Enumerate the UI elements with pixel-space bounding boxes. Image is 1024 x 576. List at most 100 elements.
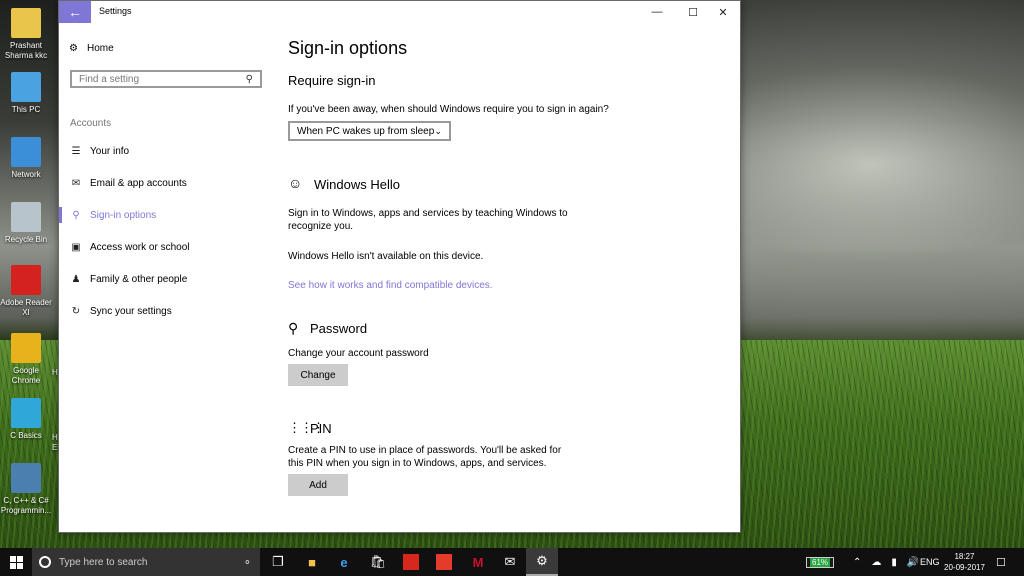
shield-icon: M bbox=[472, 554, 484, 570]
desktop-icon-label: Adobe Reader XI bbox=[0, 298, 52, 317]
require-signin-dropdown[interactable]: When PC wakes up from sleep ⌄ bbox=[288, 121, 451, 141]
clock[interactable]: 18:27 20-09-2017 bbox=[944, 548, 985, 576]
desktop-icon[interactable]: C, C++ & C# Programmin... bbox=[0, 463, 52, 516]
add-pin-button[interactable]: Add bbox=[288, 474, 348, 496]
gear-icon: ⚙ bbox=[69, 43, 78, 54]
edge-icon: e bbox=[340, 554, 348, 570]
nav-section-header: Accounts bbox=[70, 118, 112, 129]
mail-app-button[interactable]: ✉ bbox=[494, 548, 526, 576]
windows-hello-description: Sign in to Windows, apps and services by… bbox=[288, 208, 568, 232]
windows-logo-icon bbox=[9, 555, 23, 569]
nav-home[interactable]: ⚙ Home bbox=[69, 43, 114, 54]
nav-item-sign-in-options[interactable]: ⚲ Sign-in options bbox=[59, 205, 274, 225]
chevron-down-icon: ⌄ bbox=[434, 125, 442, 136]
store-button[interactable]: 🛍 bbox=[362, 548, 394, 576]
battery-plug-icon[interactable]: ▮ bbox=[891, 557, 897, 568]
store-icon: 🛍 bbox=[369, 554, 387, 569]
title-bar: ← Settings — ☐ ✕ bbox=[59, 1, 740, 23]
close-button[interactable]: ✕ bbox=[708, 1, 738, 23]
nav-item-label: Your info bbox=[90, 145, 130, 157]
dropdown-value: When PC wakes up from sleep bbox=[297, 125, 435, 137]
cortana-icon bbox=[39, 556, 51, 568]
find-setting-input[interactable]: Find a setting ⚲ bbox=[70, 70, 262, 88]
require-signin-heading: Require sign-in bbox=[288, 73, 376, 88]
desktop-icon[interactable]: Prashant Sharma kkc bbox=[0, 8, 52, 61]
arrow-left-icon: ← bbox=[68, 4, 82, 20]
nav-item-work-school[interactable]: ▣ Access work or school bbox=[59, 237, 274, 257]
nav-item-label: Access work or school bbox=[90, 241, 190, 253]
notification-icon: ☐ bbox=[996, 556, 1006, 569]
nav-item-email-accounts[interactable]: ✉ Email & app accounts bbox=[59, 173, 274, 193]
nav-item-label: Sign-in options bbox=[90, 209, 157, 221]
battery-percent: 61% bbox=[810, 557, 831, 567]
nav-item-your-info[interactable]: ☰ Your info bbox=[59, 141, 274, 161]
person-card-icon: ☰ bbox=[71, 145, 81, 157]
mcafee-button[interactable]: M bbox=[462, 548, 494, 576]
mail-icon: ✉ bbox=[504, 554, 516, 569]
back-button[interactable]: ← bbox=[59, 1, 91, 23]
desktop-icon[interactable]: Network bbox=[0, 137, 52, 180]
task-view-button[interactable]: ❐ bbox=[262, 548, 294, 576]
nav-home-label: Home bbox=[86, 43, 114, 54]
task-view-icon: ❐ bbox=[272, 554, 284, 569]
desktop-icon-label: Network bbox=[11, 170, 41, 179]
battery-indicator[interactable]: 61% bbox=[806, 548, 835, 576]
cloud-icon[interactable]: ☁ bbox=[871, 557, 881, 568]
desktop-app-icon bbox=[11, 8, 41, 38]
nav-item-family[interactable]: ♟ Family & other people bbox=[59, 269, 274, 289]
password-heading: Password bbox=[310, 321, 368, 336]
app-red-1-button[interactable] bbox=[395, 548, 427, 576]
nav-item-label: Family & other people bbox=[90, 273, 188, 285]
taskbar-search-placeholder: Type here to search bbox=[59, 556, 148, 568]
microphone-icon: ⚬ bbox=[242, 556, 252, 569]
folder-icon: ■ bbox=[308, 554, 316, 570]
chevron-up-icon[interactable]: ⌃ bbox=[853, 557, 861, 568]
desktop-app-icon bbox=[11, 398, 41, 428]
action-center-button[interactable]: ☐ bbox=[996, 548, 1006, 576]
windows-hello-link[interactable]: See how it works and find compatible dev… bbox=[288, 280, 493, 291]
page-title: Sign-in options bbox=[288, 38, 408, 58]
desktop-icon[interactable]: Recycle Bin bbox=[0, 202, 52, 245]
desktop-app-icon bbox=[11, 72, 41, 102]
app-red-2-button[interactable] bbox=[428, 548, 460, 576]
desktop-icon[interactable]: Adobe Reader XI bbox=[0, 265, 52, 318]
password-description: Change your account password bbox=[288, 348, 429, 359]
require-signin-question: If you've been away, when should Windows… bbox=[288, 104, 609, 115]
start-button[interactable] bbox=[0, 548, 32, 576]
desktop-icon-label: Recycle Bin bbox=[4, 235, 48, 244]
desktop-icon-label: Prashant Sharma kkc bbox=[4, 41, 48, 60]
nav-item-label: Sync your settings bbox=[90, 305, 172, 317]
desktop-partial-label: H bbox=[52, 368, 58, 377]
desktop-icon[interactable]: This PC bbox=[0, 72, 52, 115]
desktop-app-icon bbox=[11, 463, 41, 493]
file-explorer-button[interactable]: ■ bbox=[296, 548, 328, 576]
volume-icon[interactable]: 🔊 bbox=[907, 557, 919, 568]
nav-item-sync[interactable]: ↻ Sync your settings bbox=[59, 301, 274, 321]
change-password-button[interactable]: Change bbox=[288, 364, 348, 386]
pin-description: Create a PIN to use in place of password… bbox=[288, 445, 562, 469]
clock-date: 20-09-2017 bbox=[944, 563, 985, 572]
settings-taskbar-button[interactable]: ⚙ bbox=[526, 548, 558, 576]
clock-time: 18:27 bbox=[954, 552, 975, 561]
desktop-app-icon bbox=[11, 265, 41, 295]
selection-indicator bbox=[59, 207, 62, 223]
settings-window: ← Settings — ☐ ✕ ⚙ Home Find a setting ⚲… bbox=[58, 0, 741, 533]
app-icon bbox=[403, 554, 419, 570]
desktop-partial-label: H bbox=[52, 433, 58, 442]
maximize-button[interactable]: ☐ bbox=[678, 1, 708, 23]
key-icon: ⚲ bbox=[72, 209, 80, 221]
desktop-app-icon bbox=[11, 137, 41, 167]
edge-button[interactable]: e bbox=[328, 548, 360, 576]
minimize-button[interactable]: — bbox=[642, 1, 672, 23]
taskbar-search-box[interactable]: Type here to search ⚬ bbox=[32, 548, 260, 576]
desktop-app-icon bbox=[11, 202, 41, 232]
key-icon: ⚲ bbox=[288, 320, 299, 336]
search-placeholder: Find a setting bbox=[79, 73, 140, 85]
search-icon: ⚲ bbox=[245, 73, 253, 85]
sync-icon: ↻ bbox=[71, 305, 81, 317]
smile-icon: ☺ bbox=[288, 175, 303, 191]
desktop-icon[interactable]: Google Chrome bbox=[0, 333, 52, 386]
language-indicator[interactable]: ENG bbox=[920, 548, 940, 576]
desktop-icon-label: C Basics bbox=[10, 431, 42, 440]
desktop-icon[interactable]: C Basics bbox=[0, 398, 52, 441]
